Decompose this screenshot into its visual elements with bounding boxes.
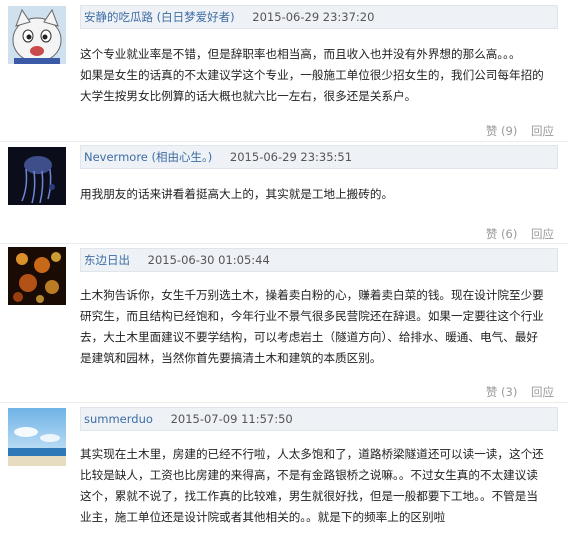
username-link[interactable]: 安静的吃瓜路 xyxy=(84,10,153,24)
comment-header: Nevermore (相由心生。) 2015-06-29 23:35:51 xyxy=(80,145,558,169)
comment-line: 这个，累就不说了，找工作真的比较难，男生就很好找，但是一般都要下工地。。不管是当 xyxy=(80,489,538,503)
like-button[interactable]: 赞 (9) xyxy=(486,124,517,138)
divider xyxy=(0,141,568,142)
comment-header: 安静的吃瓜路 (白日梦爱好者) 2015-06-29 23:37:20 xyxy=(80,5,558,29)
avatar[interactable] xyxy=(8,408,66,466)
avatar[interactable] xyxy=(8,147,66,205)
comment-text: 用我朋友的话来讲看着挺高大上的，其实就是工地上搬砖的。 xyxy=(80,184,560,205)
like-button[interactable]: 赞 (6) xyxy=(486,227,517,241)
dark-jellyfish-avatar-icon xyxy=(8,147,66,205)
timestamp: 2015-06-29 23:37:20 xyxy=(252,10,375,24)
comment-line: 其实现在土木里，房建的已经不行啦，人太多饱和了，道路桥梁隧道还可以读一读，这个还 xyxy=(80,447,544,461)
comment-line: 业主，施工单位还是设计院或者其他相关的。。就是下的频率上的区别啦 xyxy=(80,510,446,524)
reply-button[interactable]: 回应 xyxy=(531,227,554,241)
user-signature: (相由心生。) xyxy=(151,150,213,164)
comment-line: 如果是女生的话真的不太建议学这个专业，一般施工单位很少招女生的，我们公司每年招的 xyxy=(80,68,544,82)
beach-sky-avatar-icon xyxy=(8,408,66,466)
comment-line: 用我朋友的话来讲看着挺高大上的，其实就是工地上搬砖的。 xyxy=(80,187,394,201)
comment-text: 其实现在土木里，房建的已经不行啦，人太多饱和了，道路桥梁隧道还可以读一读，这个还… xyxy=(80,444,560,528)
reply-button[interactable]: 回应 xyxy=(531,385,554,399)
username-link[interactable]: 东边日出 xyxy=(84,253,130,267)
username-link[interactable]: Nevermore xyxy=(84,150,148,164)
avatar[interactable] xyxy=(8,6,66,64)
timestamp: 2015-06-30 01:05:44 xyxy=(147,253,270,267)
comment-text: 这个专业就业率是不错，但是辞职率也相当高，而且收入也并没有外界想的那么高。。。 … xyxy=(80,44,560,107)
comment-header: summerduo 2015-07-09 11:57:50 xyxy=(80,407,558,431)
username-link[interactable]: summerduo xyxy=(84,412,153,426)
comment-line: 比较是缺人，工资也比房建的来得高，不是有金路银桥之说嘛。。不过女生真的不太建议读 xyxy=(80,468,538,482)
timestamp: 2015-07-09 11:57:50 xyxy=(170,412,293,426)
avatar[interactable] xyxy=(8,247,66,305)
timestamp: 2015-06-29 23:35:51 xyxy=(229,150,353,164)
comment-text: 土木狗告诉你，女生千万别选土木，操着卖白粉的心，赚着卖白菜的钱。现在设计院至少要… xyxy=(80,285,560,369)
comment-actions: 赞 (3) 回应 xyxy=(486,384,554,400)
reply-button[interactable]: 回应 xyxy=(531,124,554,138)
fire-lights-avatar-icon xyxy=(8,247,66,305)
divider xyxy=(0,243,568,244)
comment-actions: 赞 (6) 回应 xyxy=(486,226,554,242)
comment-line: 这个专业就业率是不错，但是辞职率也相当高，而且收入也并没有外界想的那么高。。。 xyxy=(80,47,521,61)
comment-line: 去，大土木里面建议不要学结构，可以考虑岩土（隧道方向）、给排水、暖通、电气、最好 xyxy=(80,330,538,344)
cartoon-cat-avatar-icon xyxy=(8,6,66,64)
comment-line: 是建筑和园林，当然你首先要搞清土木和建筑的本质区别。 xyxy=(80,351,382,365)
comment-actions: 赞 (9) 回应 xyxy=(486,123,554,139)
divider xyxy=(0,402,568,403)
comment-line: 土木狗告诉你，女生千万别选土木，操着卖白粉的心，赚着卖白菜的钱。现在设计院至少要 xyxy=(80,288,544,302)
like-button[interactable]: 赞 (3) xyxy=(486,385,517,399)
comment-line: 大学生按男女比例算的话大概也就六比一左右，很多还是关系户。 xyxy=(80,89,417,103)
comment-header: 东边日出 2015-06-30 01:05:44 xyxy=(80,248,558,272)
user-signature: (白日梦爱好者) xyxy=(156,10,235,24)
comment-line: 研究生，而且结构已经饱和，今年行业不景气很多民营院还在辞退。如果一定要往这个行业 xyxy=(80,309,544,323)
